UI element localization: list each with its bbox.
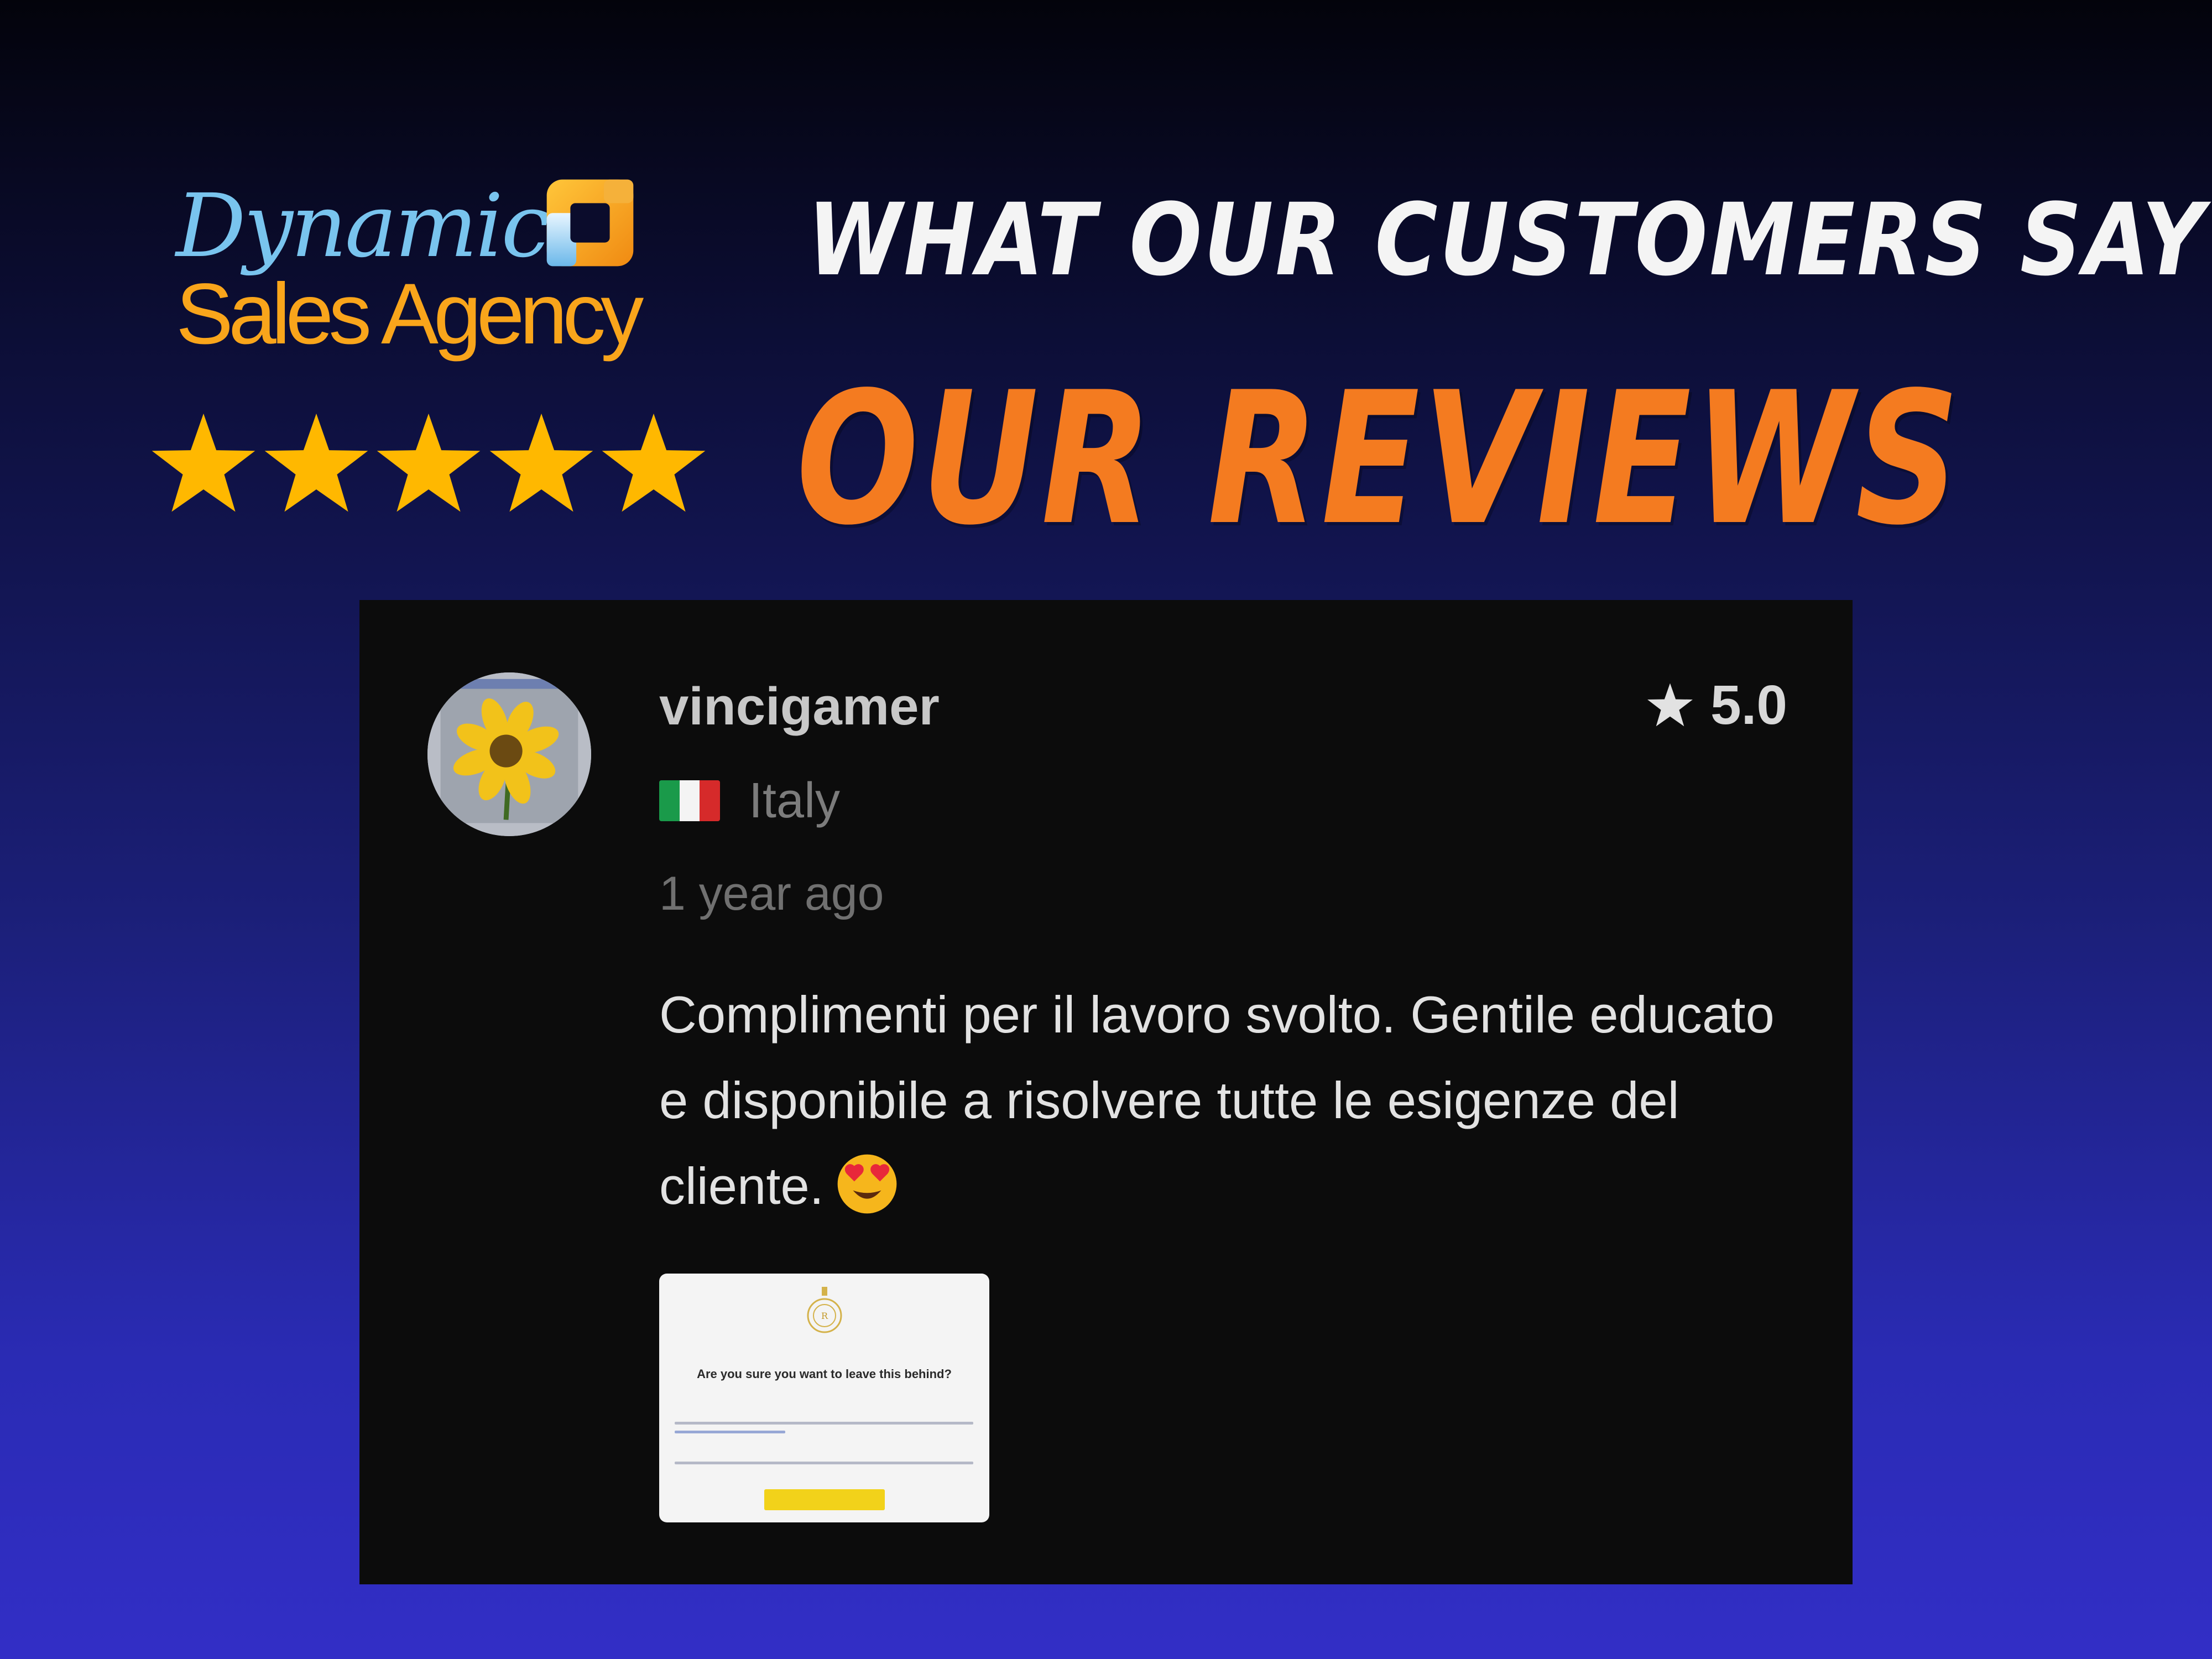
star-icon	[602, 413, 706, 512]
review-rating: 5.0	[1646, 677, 1787, 733]
attachment-title: Are you sure you want to leave this behi…	[697, 1367, 952, 1381]
star-icon	[264, 413, 368, 512]
attachment-text-line	[675, 1431, 785, 1433]
reviewer-country: Italy	[659, 776, 840, 826]
attachment-text-line	[675, 1462, 973, 1464]
star-icon	[489, 413, 593, 512]
review-timestamp: 1 year ago	[659, 867, 884, 920]
country-name: Italy	[749, 773, 841, 828]
five-star-rating	[149, 409, 708, 520]
italy-flag-icon	[659, 780, 720, 821]
sunflower-avatar-image	[427, 672, 591, 836]
review-body: Complimenti per il lavoro svolto. Gentil…	[659, 985, 1775, 1215]
tagline-heading: What our customers say	[807, 182, 2206, 298]
star-icon	[152, 413, 255, 512]
avatar[interactable]	[427, 672, 591, 836]
logo-text-dynamic: Dynamic	[176, 175, 550, 277]
attachment-text-line	[675, 1422, 973, 1425]
square-ring-logo-icon	[546, 179, 634, 267]
review-text: Complimenti per il lavoro svolto. Gentil…	[659, 972, 1809, 1229]
rating-value: 5.0	[1710, 674, 1787, 736]
review-card: vincigamer 5.0 Italy 1 year ago Complime…	[359, 600, 1853, 1584]
attachment-action-button	[764, 1489, 885, 1510]
logo-text-sales-agency: Sales Agency	[176, 266, 644, 362]
heart-eyes-emoji-icon	[837, 1154, 897, 1214]
page-title: Our Reviews	[796, 353, 1962, 565]
reviewer-username[interactable]: vincigamer	[659, 680, 940, 733]
star-icon	[1647, 683, 1693, 727]
emblem-icon: R	[807, 1287, 842, 1333]
company-logo: Dynamic Sales Agency	[176, 170, 696, 380]
star-icon	[377, 413, 481, 512]
review-attachment-thumbnail[interactable]: R Are you sure you want to leave this be…	[659, 1274, 989, 1522]
svg-text:R: R	[821, 1311, 828, 1321]
